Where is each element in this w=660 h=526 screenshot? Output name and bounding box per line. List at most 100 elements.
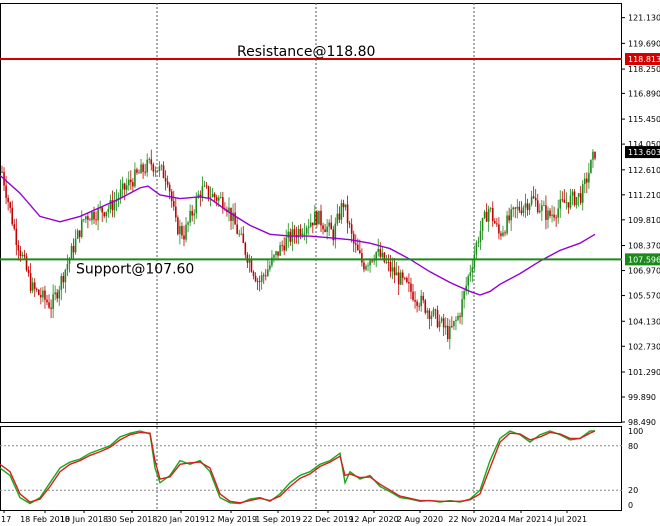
candle-body [551,214,553,216]
candle-body [383,252,386,263]
candle-body [103,212,106,217]
candle-body [285,237,288,251]
candle-body [142,164,144,172]
candle-body [385,262,388,263]
candle-body [301,233,304,236]
candle-body [33,282,36,289]
candle-body [500,233,502,236]
candle-body [107,208,110,212]
candle-body [328,222,330,227]
y-tick-label: 99.890 [628,393,656,402]
candle-body [89,219,91,221]
level-label-support: Support@107.60 [76,261,194,277]
candle-body [256,281,259,282]
candle-body [543,205,545,207]
candle-body [177,217,179,235]
candle-body [426,310,429,313]
candle-body [168,184,171,192]
oscillator-y-tick-label: 20 [628,486,638,495]
candle-body [236,224,238,234]
candle-body [74,238,77,253]
candle-body [326,226,328,232]
candle-body [160,165,163,167]
level-label-resistance: Resistance@118.80 [237,44,375,60]
candle-body [132,182,134,187]
candle-body [283,245,285,251]
x-tick-label: 17 [1,515,11,524]
candle-body [164,178,167,182]
level-price-tag-text: 118.813 [628,55,660,64]
candle-body [489,208,492,209]
candle-body [348,223,351,225]
candle-body [91,211,93,221]
candle-body [371,260,373,262]
candle-body [101,207,103,213]
candle-body [320,210,322,226]
candle-body [436,310,439,328]
candle-body [553,214,555,218]
candle-body [5,185,7,198]
x-tick-label: 12 Apr 2020 [349,515,398,524]
candle-body [181,226,183,236]
candle-body [420,295,422,307]
candle-body [563,199,566,203]
candle-body [250,259,253,272]
candle-body [592,151,594,160]
candle-body [414,299,416,302]
y-tick-label: 119.690 [628,39,660,48]
y-tick-label: 116.890 [628,89,660,98]
candle-body [440,318,443,322]
y-tick-label: 106.970 [628,267,660,276]
candle-body [219,197,222,198]
candle-body [281,245,283,247]
candle-body [381,252,384,257]
candle-body [7,197,9,203]
candle-body [148,159,151,161]
candle-body [547,210,549,220]
candle-body [434,309,437,311]
candle-body [479,230,482,242]
candle-body [502,232,504,236]
candle-body [244,242,247,255]
candle-body [193,213,196,216]
candle-body [412,291,414,300]
y-tick-label: 102.730 [628,342,660,351]
candle-body [234,212,236,225]
candle-body [359,250,361,254]
candle-body [485,211,488,222]
candle-body [175,206,177,218]
candle-body [369,260,371,266]
candle-body [240,233,243,235]
candle-body [577,193,580,198]
candle-body [264,275,267,277]
candle-body [93,211,95,220]
candle-body [191,210,193,216]
candle-body [172,201,175,207]
candle-body [305,228,308,234]
candle-body [130,179,132,183]
candle-body [29,273,32,291]
candle-body [361,253,363,263]
candle-body [444,325,447,328]
candle-body [203,185,206,187]
candle-body [346,204,349,224]
candle-body [170,191,173,202]
candle-body [467,276,470,286]
candle-body [54,292,56,295]
candle-body [395,272,398,276]
candle-body [62,276,65,283]
candle-body [561,199,564,201]
candle-body [152,164,155,172]
x-tick-label: 30 Sep 2018 [107,515,158,524]
y-tick-label: 111.210 [628,191,660,200]
candle-body [504,232,506,234]
candle-body [140,164,142,174]
candle-body [9,202,11,208]
candle-body [510,209,512,221]
candle-body [44,290,46,300]
candle-body [125,185,128,190]
candle-body [475,242,478,255]
candle-body [377,248,380,253]
x-tick-label: 2 Aug 2020 [397,515,443,524]
candle-body [70,245,73,259]
